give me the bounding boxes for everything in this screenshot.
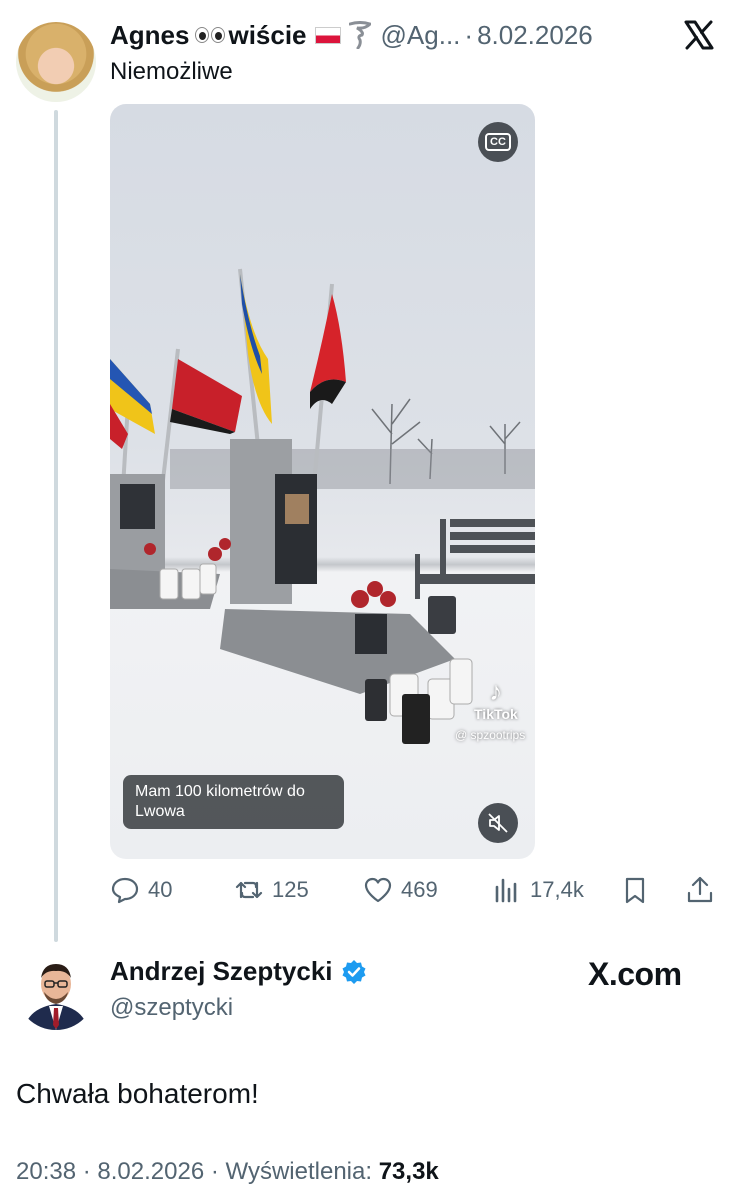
- quoted-tweet-actions: 40 125 469 17,4k: [110, 870, 715, 910]
- closed-captions-button[interactable]: CC: [478, 122, 518, 162]
- quoted-author-name[interactable]: Agnes: [110, 20, 189, 51]
- like-button[interactable]: 469: [363, 870, 438, 910]
- repost-button[interactable]: 125: [234, 870, 309, 910]
- like-icon: [364, 877, 392, 903]
- x-logo-icon[interactable]: [684, 20, 714, 50]
- quoted-author-name-suffix[interactable]: wiście: [228, 20, 306, 51]
- bookmark-icon: [625, 877, 645, 904]
- reply-button[interactable]: 40: [110, 870, 172, 910]
- header-separator: ·: [464, 19, 474, 50]
- main-author-handle[interactable]: @szeptycki: [110, 994, 233, 1022]
- meta-separator: ·: [82, 1158, 98, 1185]
- quoted-tweet-header: Agnes wiście @Ag... · 8.02.2026: [110, 18, 593, 52]
- cc-icon: CC: [485, 133, 511, 151]
- views-icon: [495, 878, 517, 903]
- like-count: 469: [401, 877, 438, 902]
- main-author-name-row: Andrzej Szeptycki: [110, 956, 367, 987]
- tiktok-watermark: ♪ TikTok: [474, 676, 518, 722]
- eyes-emoji-icon: [195, 27, 226, 43]
- quoted-tweet-text: Niemożliwe: [110, 58, 233, 85]
- main-author-avatar[interactable]: [16, 950, 96, 1030]
- tiktok-brand: TikTok: [474, 706, 518, 722]
- reply-icon: [111, 877, 139, 904]
- share-icon: [687, 876, 713, 903]
- tweet-meta: 20:38 · 8.02.2026 · Wyświetlenia: 73,3k: [16, 1158, 439, 1186]
- x-com-logo: X.com: [588, 956, 682, 992]
- video-caption: Mam 100 kilometrów do Lwowa: [123, 775, 344, 829]
- views-count: 17,4k: [530, 877, 584, 902]
- tiktok-username: @ spzootrips: [455, 728, 526, 742]
- tornado-icon: [348, 21, 371, 49]
- repost-count: 125: [272, 877, 309, 902]
- bookmark-button[interactable]: [620, 870, 650, 910]
- mute-button[interactable]: [478, 803, 518, 843]
- quoted-author-avatar[interactable]: [16, 22, 96, 102]
- quoted-tweet-date[interactable]: 8.02.2026: [477, 20, 593, 51]
- thread-line: [54, 110, 58, 942]
- tweet-video[interactable]: CC ♪ TikTok @ spzootrips Mam 100 kilomet…: [110, 104, 535, 859]
- reply-count: 40: [148, 877, 173, 902]
- meta-separator: ·: [210, 1158, 226, 1185]
- main-tweet-text: Chwała bohaterom!: [16, 1078, 259, 1109]
- tweet-time[interactable]: 20:38: [16, 1158, 76, 1185]
- quoted-author-handle[interactable]: @Ag...: [381, 20, 461, 51]
- video-frame-cemetery: [110, 268, 535, 744]
- tiktok-note-icon: ♪: [489, 676, 503, 706]
- verified-badge-icon[interactable]: [341, 959, 367, 985]
- share-button[interactable]: [685, 870, 715, 910]
- mute-icon: [488, 813, 508, 833]
- portrait-image: [16, 950, 96, 1030]
- polish-flag-icon: [314, 26, 341, 44]
- views-label: Wyświetlenia:: [225, 1158, 373, 1185]
- main-author-name[interactable]: Andrzej Szeptycki: [110, 956, 333, 987]
- views-button[interactable]: 17,4k: [492, 870, 584, 910]
- repost-icon: [235, 881, 263, 899]
- views-total: 73,3k: [378, 1158, 439, 1185]
- tweet-date[interactable]: 8.02.2026: [97, 1158, 204, 1185]
